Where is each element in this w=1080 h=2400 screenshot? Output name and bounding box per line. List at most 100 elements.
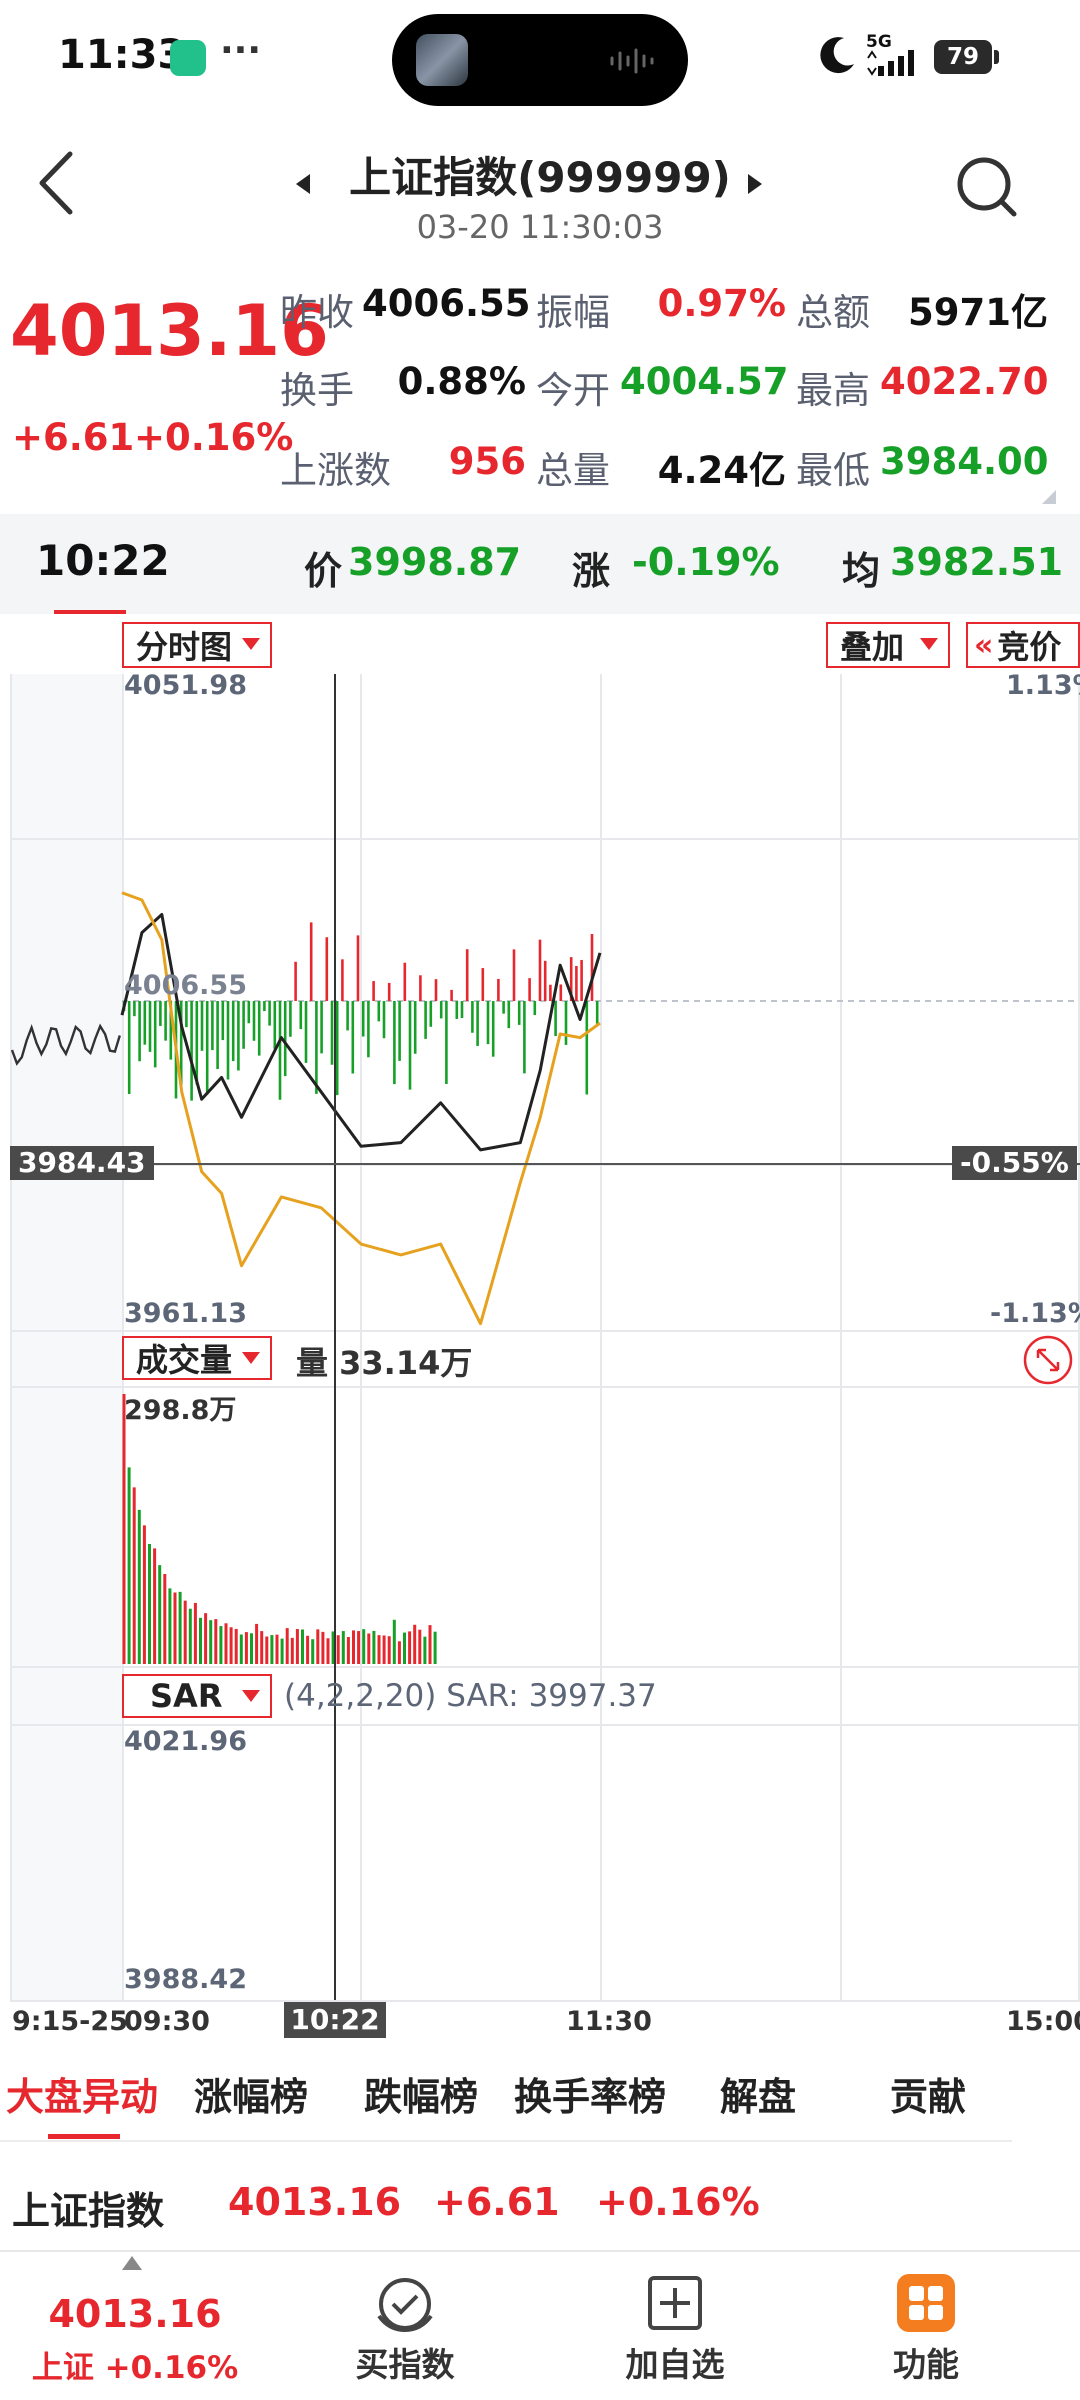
ticker-row[interactable]: 上证指数 4013.16 +6.61 +0.16% (0, 2150, 1080, 2233)
stat-value: 4006.55 (362, 282, 531, 325)
chart-mode-dropdown[interactable]: 分时图 (122, 622, 272, 668)
dynamic-island[interactable] (392, 14, 688, 106)
stat-value: 0.88% (397, 360, 526, 403)
nav-add-watchlist-label: 加自选 (625, 2345, 725, 2384)
price-change: +6.61 (12, 416, 135, 459)
x-label-close: 15:00 (1006, 2006, 1080, 2037)
chevron-down-icon (242, 1690, 260, 1702)
overlay-label: 叠加 (840, 628, 905, 666)
stat-label: 今开 (536, 369, 610, 412)
nav-functions[interactable]: 功能 (836, 2272, 1016, 2386)
stat-label: 总量 (536, 449, 610, 492)
crosshair-price-label: 价 (304, 549, 343, 593)
volume-chart[interactable] (0, 1386, 1080, 1666)
tab-turnover[interactable]: 换手率榜 (514, 2066, 666, 2121)
volume-axis-max: 298.8万 (124, 1395, 237, 1426)
crosshair-vertical (334, 674, 336, 2000)
search-icon[interactable] (954, 154, 1020, 220)
audio-wave-icon (610, 48, 654, 74)
crosshair-axis-pct: -0.55% (960, 1146, 1069, 1179)
pct-axis-max: 1.13% (1006, 670, 1080, 701)
crosshair-change: -0.19% (632, 540, 780, 584)
crosshair-horizontal (10, 1163, 1080, 1165)
volume-indicator-label: 成交量 (136, 1341, 233, 1379)
price-change-pct: +0.16% (134, 416, 294, 459)
crosshair-info-bar: 10:22 价 3998.87 涨 -0.19% 均 3982.51 (0, 514, 1080, 614)
crosshair-time: 10:22 (36, 536, 170, 585)
add-square-icon (648, 2276, 702, 2330)
nav-price-sub: 上证 +0.16% (31, 2350, 239, 2386)
x-cursor-tag: 10:22 (284, 2002, 386, 2038)
quote-datetime: 03-20 11:30:03 (416, 208, 664, 246)
auction-line (10, 1023, 121, 1066)
expand-corner-icon[interactable] (1042, 490, 1056, 504)
ticker-change: +6.61 (434, 2180, 560, 2224)
grid-line (10, 2000, 1080, 2002)
tab-gainers[interactable]: 涨幅榜 (194, 2066, 308, 2121)
stat-label: 换手 (280, 369, 354, 412)
stat-value: 0.97% (657, 282, 786, 325)
crosshair-change-label: 涨 (572, 549, 611, 593)
tab-contribution[interactable]: 贡献 (890, 2066, 966, 2121)
sar-indicator-label: SAR (150, 1677, 223, 1715)
crosshair-pct-tag: -0.55% (952, 1146, 1077, 1180)
active-tab-indicator (48, 2134, 120, 2139)
stat-label: 上涨数 (280, 449, 391, 492)
sar-indicator-dropdown[interactable]: SAR (122, 1674, 272, 1718)
battery-level: 79 (946, 44, 979, 70)
chart-mode-label: 分时图 (136, 628, 233, 666)
stat-label: 昨收 (280, 291, 354, 334)
status-more: ··· (220, 30, 262, 71)
tab-losers[interactable]: 跌幅榜 (364, 2066, 478, 2121)
stat-value: 4004.57 (620, 360, 789, 403)
nav-add-watchlist[interactable]: 加自选 (570, 2272, 780, 2386)
chevron-down-icon (242, 1352, 260, 1364)
ticker-price: 4013.16 (228, 2180, 402, 2224)
auction-label: 竞价 (997, 628, 1062, 666)
x-label-noon: 11:30 (566, 2006, 652, 2037)
status-time: 11:33 (58, 32, 186, 78)
stat-value: 4.24亿 (657, 449, 786, 492)
auction-button[interactable]: «竞价 (966, 622, 1080, 668)
moon-icon (820, 37, 854, 74)
tab-market-alerts[interactable]: 大盘异动 (6, 2066, 158, 2121)
stat-label: 振幅 (536, 291, 610, 334)
crosshair-time-underline (54, 610, 126, 614)
ticker-change-pct: +0.16% (596, 2180, 760, 2224)
next-index-icon[interactable] (746, 174, 762, 194)
stat-label: 最高 (796, 369, 870, 412)
y-axis-min: 3961.13 (124, 1298, 247, 1329)
price-chart[interactable] (0, 670, 1080, 1340)
buy-index-icon (377, 2278, 433, 2333)
stat-value: 4022.70 (880, 360, 1049, 403)
media-thumbnail-icon (416, 34, 468, 86)
tabs-divider (0, 2140, 1012, 2142)
functions-grid-icon (897, 2274, 955, 2332)
caret-up-icon (122, 2256, 142, 2270)
crosshair-avg: 3982.51 (890, 540, 1064, 584)
tab-analysis[interactable]: 解盘 (720, 2066, 796, 2121)
chevron-down-icon (242, 638, 260, 650)
bottom-nav: 4013.16 上证 +0.16% 买指数 加自选 功能 (0, 2250, 1080, 2400)
sar-params: (4,2,2,20) SAR: 3997.37 (284, 1678, 657, 1714)
nav-buy-index-label: 买指数 (355, 2345, 455, 2384)
stat-value: 3984.00 (880, 440, 1049, 483)
nav-functions-label: 功能 (893, 2345, 959, 2384)
fullscreen-icon[interactable] (1022, 1334, 1074, 1386)
overlay-dropdown[interactable]: 叠加 (826, 622, 950, 668)
battery-icon: 79 (934, 40, 992, 74)
stat-value: 956 (448, 440, 526, 483)
nav-buy-index[interactable]: 买指数 (300, 2272, 510, 2386)
sar-axis-min: 3988.42 (124, 1964, 247, 1995)
volume-indicator-dropdown[interactable]: 成交量 (122, 1336, 272, 1380)
crosshair-avg-label: 均 (842, 549, 881, 593)
chevron-down-icon (920, 638, 938, 650)
nav-price: 4013.16 (48, 2292, 222, 2336)
grid-line (10, 1666, 1080, 1668)
x-label-open: 09:30 (124, 2006, 210, 2037)
index-price-line (120, 912, 602, 1152)
y-axis-mid: 4006.55 (124, 970, 247, 1001)
x-cursor-time: 10:22 (290, 2003, 380, 2036)
sar-axis-max: 4021.96 (124, 1726, 247, 1757)
nav-price-summary[interactable]: 4013.16 上证 +0.16% (0, 2292, 270, 2387)
